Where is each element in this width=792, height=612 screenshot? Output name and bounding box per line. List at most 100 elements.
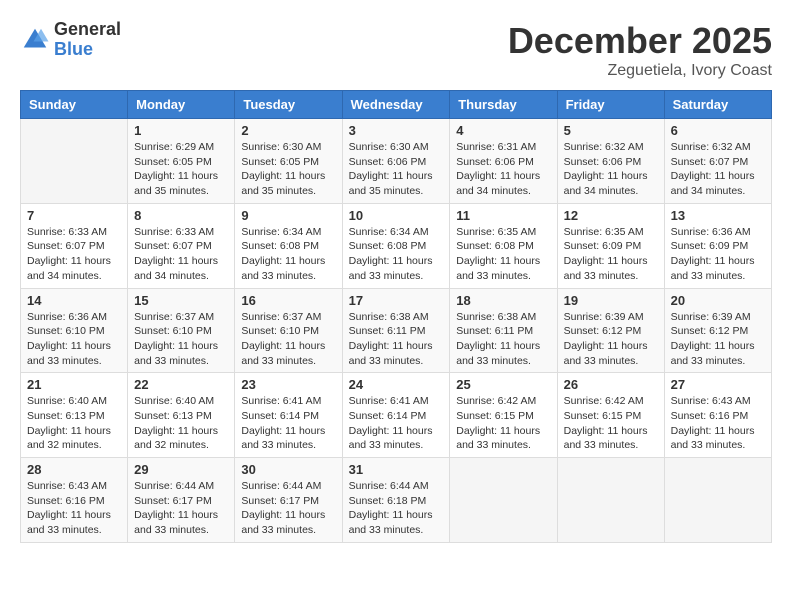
day-info: Sunrise: 6:38 AM Sunset: 6:11 PM Dayligh…: [349, 310, 444, 369]
day-number: 10: [349, 208, 444, 223]
day-number: 15: [134, 293, 228, 308]
day-info: Sunrise: 6:34 AM Sunset: 6:08 PM Dayligh…: [349, 225, 444, 284]
day-info: Sunrise: 6:33 AM Sunset: 6:07 PM Dayligh…: [27, 225, 121, 284]
calendar-cell: 6Sunrise: 6:32 AM Sunset: 6:07 PM Daylig…: [664, 119, 771, 204]
day-number: 2: [241, 123, 335, 138]
day-info: Sunrise: 6:32 AM Sunset: 6:07 PM Dayligh…: [671, 140, 765, 199]
calendar-cell: 1 Sunrise: 6:29 AM Sunset: 6:05 PM Daylig…: [128, 119, 235, 204]
day-info: Sunrise: 6:36 AM Sunset: 6:09 PM Dayligh…: [671, 225, 765, 284]
day-info: Sunrise: 6:39 AM Sunset: 6:12 PM Dayligh…: [564, 310, 658, 369]
day-number: 22: [134, 377, 228, 392]
day-number: 25: [456, 377, 550, 392]
calendar-cell: 25 Sunrise: 6:42 AM Sunset: 6:15 PM Dayli…: [450, 373, 557, 458]
logo-general: General: [54, 20, 121, 40]
calendar-week-2: 7 Sunrise: 6:33 AM Sunset: 6:07 PM Daylig…: [21, 203, 772, 288]
calendar-cell: 26 Sunrise: 6:42 AM Sunset: 6:15 PM Dayli…: [557, 373, 664, 458]
day-info: Sunrise: 6:43 AM Sunset: 6:16 PM Dayligh…: [671, 394, 765, 453]
day-info: Sunrise: 6:30 AM Sunset: 6:05 PM Dayligh…: [241, 140, 335, 199]
calendar-cell: [557, 458, 664, 543]
day-number: 8: [134, 208, 228, 223]
day-info: Sunrise: 6:37 AM Sunset: 6:10 PM Dayligh…: [241, 310, 335, 369]
calendar-cell: 4 Sunrise: 6:31 AM Sunset: 6:06 PM Daylig…: [450, 119, 557, 204]
logo-icon: [20, 25, 50, 55]
calendar-header-row: SundayMondayTuesdayWednesdayThursdayFrid…: [21, 91, 772, 119]
col-header-saturday: Saturday: [664, 91, 771, 119]
calendar-week-4: 21 Sunrise: 6:40 AM Sunset: 6:13 PM Dayli…: [21, 373, 772, 458]
day-number: 18: [456, 293, 550, 308]
day-number: 30: [241, 462, 335, 477]
col-header-wednesday: Wednesday: [342, 91, 450, 119]
day-number: 14: [27, 293, 121, 308]
day-number: 23: [241, 377, 335, 392]
calendar-cell: 8 Sunrise: 6:33 AM Sunset: 6:07 PM Daylig…: [128, 203, 235, 288]
calendar-cell: 22 Sunrise: 6:40 AM Sunset: 6:13 PM Dayli…: [128, 373, 235, 458]
calendar-cell: 14 Sunrise: 6:36 AM Sunset: 6:10 PM Dayli…: [21, 288, 128, 373]
calendar-cell: 21 Sunrise: 6:40 AM Sunset: 6:13 PM Dayli…: [21, 373, 128, 458]
day-info: Sunrise: 6:41 AM Sunset: 6:14 PM Dayligh…: [241, 394, 335, 453]
col-header-thursday: Thursday: [450, 91, 557, 119]
day-number: 27: [671, 377, 765, 392]
day-number: 4: [456, 123, 550, 138]
calendar-cell: 15 Sunrise: 6:37 AM Sunset: 6:10 PM Dayli…: [128, 288, 235, 373]
calendar-cell: 24 Sunrise: 6:41 AM Sunset: 6:14 PM Dayli…: [342, 373, 450, 458]
col-header-friday: Friday: [557, 91, 664, 119]
col-header-monday: Monday: [128, 91, 235, 119]
calendar-cell: [21, 119, 128, 204]
day-number: 16: [241, 293, 335, 308]
day-info: Sunrise: 6:36 AM Sunset: 6:10 PM Dayligh…: [27, 310, 121, 369]
day-number: 1: [134, 123, 228, 138]
day-info: Sunrise: 6:42 AM Sunset: 6:15 PM Dayligh…: [456, 394, 550, 453]
day-info: Sunrise: 6:39 AM Sunset: 6:12 PM Dayligh…: [671, 310, 765, 369]
calendar-week-1: 1 Sunrise: 6:29 AM Sunset: 6:05 PM Daylig…: [21, 119, 772, 204]
calendar-cell: 31Sunrise: 6:44 AM Sunset: 6:18 PM Dayli…: [342, 458, 450, 543]
day-number: 31: [349, 462, 444, 477]
calendar-cell: 10 Sunrise: 6:34 AM Sunset: 6:08 PM Dayli…: [342, 203, 450, 288]
calendar-cell: 30 Sunrise: 6:44 AM Sunset: 6:17 PM Dayli…: [235, 458, 342, 543]
day-info: Sunrise: 6:31 AM Sunset: 6:06 PM Dayligh…: [456, 140, 550, 199]
day-number: 9: [241, 208, 335, 223]
day-number: 19: [564, 293, 658, 308]
calendar-cell: 20 Sunrise: 6:39 AM Sunset: 6:12 PM Dayli…: [664, 288, 771, 373]
day-number: 21: [27, 377, 121, 392]
day-info: Sunrise: 6:41 AM Sunset: 6:14 PM Dayligh…: [349, 394, 444, 453]
day-number: 12: [564, 208, 658, 223]
day-number: 20: [671, 293, 765, 308]
calendar-cell: 7 Sunrise: 6:33 AM Sunset: 6:07 PM Daylig…: [21, 203, 128, 288]
title-block: December 2025 Zeguetiela, Ivory Coast: [508, 20, 772, 80]
col-header-sunday: Sunday: [21, 91, 128, 119]
calendar-cell: 18 Sunrise: 6:38 AM Sunset: 6:11 PM Dayli…: [450, 288, 557, 373]
day-info: Sunrise: 6:30 AM Sunset: 6:06 PM Dayligh…: [349, 140, 444, 199]
day-info: Sunrise: 6:33 AM Sunset: 6:07 PM Dayligh…: [134, 225, 228, 284]
day-number: 28: [27, 462, 121, 477]
day-number: 17: [349, 293, 444, 308]
day-info: Sunrise: 6:34 AM Sunset: 6:08 PM Dayligh…: [241, 225, 335, 284]
day-number: 29: [134, 462, 228, 477]
calendar-cell: 19 Sunrise: 6:39 AM Sunset: 6:12 PM Dayli…: [557, 288, 664, 373]
month-title: December 2025: [508, 20, 772, 62]
day-info: Sunrise: 6:35 AM Sunset: 6:08 PM Dayligh…: [456, 225, 550, 284]
calendar-cell: 16 Sunrise: 6:37 AM Sunset: 6:10 PM Dayli…: [235, 288, 342, 373]
day-number: 7: [27, 208, 121, 223]
page-header: General Blue December 2025 Zeguetiela, I…: [20, 20, 772, 80]
day-info: Sunrise: 6:37 AM Sunset: 6:10 PM Dayligh…: [134, 310, 228, 369]
day-number: 26: [564, 377, 658, 392]
day-number: 13: [671, 208, 765, 223]
calendar-cell: 13 Sunrise: 6:36 AM Sunset: 6:09 PM Dayli…: [664, 203, 771, 288]
day-info: Sunrise: 6:42 AM Sunset: 6:15 PM Dayligh…: [564, 394, 658, 453]
calendar-cell: 12 Sunrise: 6:35 AM Sunset: 6:09 PM Dayli…: [557, 203, 664, 288]
day-info: Sunrise: 6:44 AM Sunset: 6:17 PM Dayligh…: [241, 479, 335, 538]
day-info: Sunrise: 6:38 AM Sunset: 6:11 PM Dayligh…: [456, 310, 550, 369]
day-info: Sunrise: 6:40 AM Sunset: 6:13 PM Dayligh…: [134, 394, 228, 453]
logo-blue: Blue: [54, 40, 121, 60]
calendar-table: SundayMondayTuesdayWednesdayThursdayFrid…: [20, 90, 772, 543]
day-number: 24: [349, 377, 444, 392]
calendar-week-3: 14 Sunrise: 6:36 AM Sunset: 6:10 PM Dayli…: [21, 288, 772, 373]
calendar-cell: 9 Sunrise: 6:34 AM Sunset: 6:08 PM Daylig…: [235, 203, 342, 288]
day-info: Sunrise: 6:40 AM Sunset: 6:13 PM Dayligh…: [27, 394, 121, 453]
calendar-cell: 17 Sunrise: 6:38 AM Sunset: 6:11 PM Dayli…: [342, 288, 450, 373]
calendar-cell: 3Sunrise: 6:30 AM Sunset: 6:06 PM Daylig…: [342, 119, 450, 204]
day-info: Sunrise: 6:35 AM Sunset: 6:09 PM Dayligh…: [564, 225, 658, 284]
day-info: Sunrise: 6:29 AM Sunset: 6:05 PM Dayligh…: [134, 140, 228, 199]
calendar-cell: 2 Sunrise: 6:30 AM Sunset: 6:05 PM Daylig…: [235, 119, 342, 204]
day-info: Sunrise: 6:44 AM Sunset: 6:17 PM Dayligh…: [134, 479, 228, 538]
